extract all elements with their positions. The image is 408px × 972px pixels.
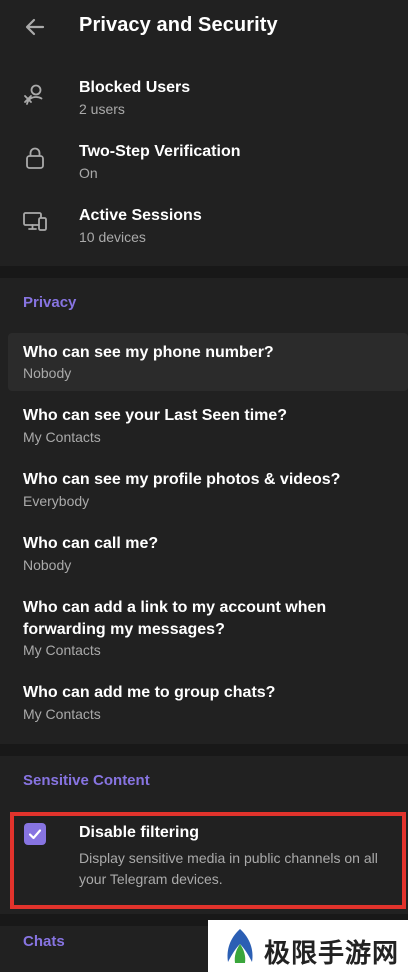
two-step-status: On — [79, 165, 98, 181]
privacy-item-phone-number[interactable]: Who can see my phone number? Nobody — [8, 333, 408, 391]
privacy-item-profile-photos[interactable]: Who can see my profile photos & videos? … — [0, 461, 408, 519]
privacy-item-title: Who can call me? — [23, 535, 159, 552]
privacy-item-title: Who can add me to group chats? — [23, 684, 276, 701]
privacy-item-calls[interactable]: Who can call me? Nobody — [0, 525, 408, 583]
privacy-security-screen: Privacy and Security Blocked Users 2 use… — [0, 0, 408, 972]
privacy-item-last-seen[interactable]: Who can see your Last Seen time? My Cont… — [0, 397, 408, 455]
disable-filtering-description: Display sensitive media in public channe… — [79, 850, 378, 887]
active-sessions-count: 10 devices — [79, 229, 146, 245]
privacy-item-title: Who can see your Last Seen time? — [23, 407, 288, 424]
active-sessions-title: Active Sessions — [79, 207, 202, 224]
blocked-user-icon — [24, 84, 43, 105]
checkmark-icon — [28, 829, 42, 840]
privacy-item-value: My Contacts — [23, 706, 101, 722]
disable-filtering-checkbox[interactable] — [24, 823, 46, 845]
privacy-item-value: Nobody — [23, 557, 72, 573]
chats-section-header: Chats — [23, 933, 65, 950]
top-bar: Privacy and Security — [0, 0, 408, 54]
active-sessions-row[interactable]: Active Sessions 10 devices — [0, 200, 408, 256]
privacy-item-forwarding[interactable]: Who can add a link to my account when fo… — [0, 589, 408, 669]
watermark: 极限手游网 — [208, 920, 408, 972]
privacy-item-value: Everybody — [23, 493, 90, 509]
page-title: Privacy and Security — [79, 14, 278, 36]
section-divider — [0, 744, 408, 756]
privacy-item-title: Who can see my phone number? — [23, 344, 274, 361]
devices-icon — [23, 212, 47, 231]
two-step-title: Two-Step Verification — [79, 143, 241, 160]
lock-icon — [26, 147, 44, 169]
watermark-text: 极限手游网 — [264, 938, 400, 968]
privacy-item-value: My Contacts — [23, 429, 101, 445]
blocked-users-row[interactable]: Blocked Users 2 users — [0, 72, 408, 128]
sensitive-content-section-header: Sensitive Content — [23, 772, 150, 789]
watermark-logo-icon — [227, 929, 253, 963]
blocked-users-title: Blocked Users — [79, 79, 191, 96]
privacy-item-title: Who can see my profile photos & videos? — [23, 471, 341, 488]
privacy-item-title: Who can add a link to my account when fo… — [23, 599, 327, 638]
privacy-section-header: Privacy — [23, 294, 77, 311]
privacy-item-value: Nobody — [23, 365, 72, 381]
blocked-users-count: 2 users — [79, 101, 125, 117]
privacy-item-group-chats[interactable]: Who can add me to group chats? My Contac… — [0, 674, 408, 732]
two-step-verification-row[interactable]: Two-Step Verification On — [0, 136, 408, 192]
privacy-item-value: My Contacts — [23, 642, 101, 658]
arrow-left-icon[interactable] — [20, 12, 50, 42]
section-divider — [0, 266, 408, 278]
disable-filtering-label[interactable]: Disable filtering — [79, 824, 199, 842]
